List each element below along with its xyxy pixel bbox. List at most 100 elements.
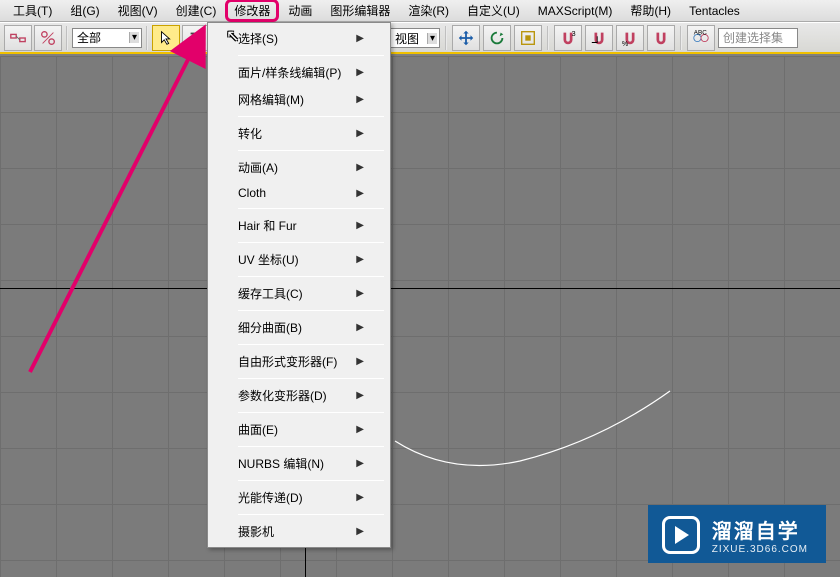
menu-views[interactable]: 视图(V) [109,0,167,21]
link-button[interactable] [4,25,32,51]
select-scale-button[interactable] [514,25,542,51]
chevron-right-icon: ▶ [356,390,364,401]
chevron-right-icon: ▶ [356,162,364,173]
watermark: 溜溜自学 ZIXUE.3D66.COM [648,505,826,563]
toolbar-right: 视图 3 % ABC 创建选择集 [390,22,798,54]
dropdown-separator [238,412,384,413]
chevron-right-icon: ▶ [356,188,364,199]
dd-mesh-editing[interactable]: 网格编辑(M)▶ [210,86,388,113]
chevron-right-icon: ▶ [356,128,364,139]
chevron-right-icon: ▶ [356,458,364,469]
dropdown-separator [238,378,384,379]
spinner-snap-button[interactable] [647,25,675,51]
dd-cache-tools[interactable]: 缓存工具(C)▶ [210,280,388,307]
percent-snap-icon: % [621,29,639,47]
spinner-snap-icon [652,29,670,47]
dd-surface[interactable]: 曲面(E)▶ [210,416,388,443]
menu-maxscript[interactable]: MAXScript(M) [529,2,622,20]
menu-tools[interactable]: 工具(T) [4,0,61,21]
select-move-button[interactable] [452,25,480,51]
toolbar-separator [547,26,549,50]
dropdown-separator [238,208,384,209]
chevron-right-icon: ▶ [356,526,364,537]
toolbar-separator [66,26,68,50]
dd-uv-coords[interactable]: UV 坐标(U)▶ [210,246,388,273]
dd-radiosity[interactable]: 光能传递(D)▶ [210,484,388,511]
viewport[interactable] [0,56,840,577]
menu-modifiers[interactable]: 修改器 [225,0,279,22]
dd-hair-fur[interactable]: Hair 和 Fur▶ [210,212,388,239]
chevron-right-icon: ▶ [356,288,364,299]
view-combo-label: 视图 [395,30,419,47]
viewport-grid [0,56,840,577]
svg-text:%: % [622,39,629,47]
dropdown-separator [238,480,384,481]
unlink-button[interactable] [34,25,62,51]
axis-horizontal [0,288,840,289]
named-sets-input[interactable]: 创建选择集 [718,28,798,48]
chevron-right-icon: ▶ [356,254,364,265]
dd-conversion[interactable]: 转化▶ [210,120,388,147]
chevron-right-icon: ▶ [356,220,364,231]
dd-subdiv-surfaces[interactable]: 细分曲面(B)▶ [210,314,388,341]
dd-animation[interactable]: 动画(A)▶ [210,154,388,181]
chevron-right-icon: ▶ [356,94,364,105]
move-icon [457,29,475,47]
select-object-button[interactable] [152,25,180,51]
svg-text:3: 3 [572,29,576,38]
dropdown-separator [238,276,384,277]
dd-patch-spline-editing[interactable]: 面片/样条线编辑(P)▶ [210,59,388,86]
menu-animation[interactable]: 动画 [279,0,321,21]
selection-filter-combo[interactable]: 全部 [72,28,142,48]
menu-create[interactable]: 创建(C) [167,0,226,21]
select-by-name-button[interactable] [182,25,210,51]
angle-snap-button[interactable] [585,25,613,51]
dropdown-separator [238,55,384,56]
dropdown-separator [238,116,384,117]
menu-help[interactable]: 帮助(H) [621,0,680,21]
select-rotate-button[interactable] [483,25,511,51]
dropdown-separator [238,514,384,515]
unlink-icon [39,29,57,47]
menu-render[interactable]: 渲染(R) [399,0,458,21]
snap-toggle-button[interactable]: 3 [554,25,582,51]
dd-nurbs-editing[interactable]: NURBS 编辑(N)▶ [210,450,388,477]
chevron-right-icon: ▶ [356,356,364,367]
angle-snap-icon [590,29,608,47]
chevron-right-icon: ▶ [356,322,364,333]
toolbar-separator [146,26,148,50]
selection-filter-label: 全部 [77,29,101,46]
dd-free-form-deformers[interactable]: 自由形式变形器(F)▶ [210,348,388,375]
svg-text:ABC: ABC [694,29,707,36]
play-icon [662,516,700,554]
dropdown-separator [238,344,384,345]
modifiers-dropdown: 选择(S)▶ 面片/样条线编辑(P)▶ 网格编辑(M)▶ 转化▶ 动画(A)▶ … [207,22,391,548]
list-icon [187,29,205,47]
dropdown-separator [238,242,384,243]
menu-customize[interactable]: 自定义(U) [458,0,529,21]
dd-cloth[interactable]: Cloth▶ [210,181,388,205]
cursor-icon [157,29,175,47]
view-combo[interactable]: 视图 [390,28,440,48]
menubar: 工具(T) 组(G) 视图(V) 创建(C) 修改器 动画 图形编辑器 渲染(R… [0,0,840,22]
chevron-right-icon: ▶ [356,67,364,78]
toolbar-separator [680,26,682,50]
scale-icon [519,29,537,47]
dd-parametric-deformers[interactable]: 参数化变形器(D)▶ [210,382,388,409]
rotate-icon [488,29,506,47]
percent-snap-button[interactable]: % [616,25,644,51]
dropdown-separator [238,310,384,311]
link-icon [9,29,27,47]
menu-graph-editors[interactable]: 图形编辑器 [321,0,399,21]
chevron-right-icon: ▶ [356,424,364,435]
menu-group[interactable]: 组(G) [61,0,108,21]
chevron-right-icon: ▶ [356,33,364,44]
dropdown-separator [238,446,384,447]
menu-tentacles[interactable]: Tentacles [680,2,749,20]
dropdown-separator [238,150,384,151]
named-sets-button[interactable]: ABC [687,25,715,51]
watermark-title: 溜溜自学 [712,515,808,544]
chevron-right-icon: ▶ [356,492,364,503]
dd-cameras[interactable]: 摄影机▶ [210,518,388,545]
dd-selection[interactable]: 选择(S)▶ [210,25,388,52]
